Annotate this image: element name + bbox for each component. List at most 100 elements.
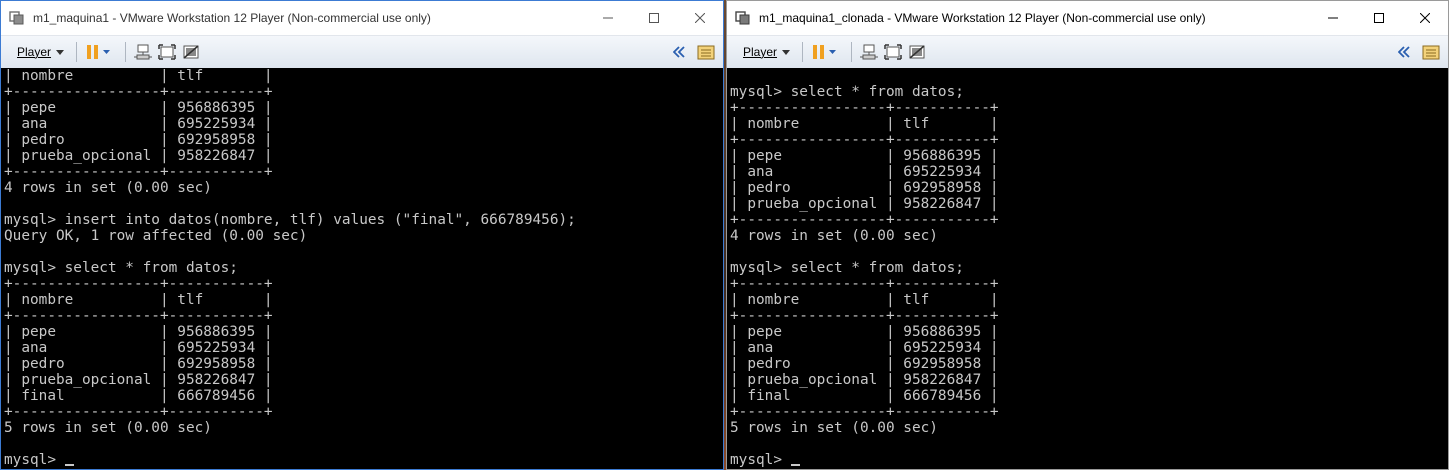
pause-button[interactable]: [85, 41, 111, 63]
maximize-button[interactable]: [631, 1, 677, 35]
console-line: | pedro | 692958958 |: [4, 356, 273, 372]
console-line: | pepe | 956886395 |: [4, 100, 273, 116]
titlebar[interactable]: m1_maquina1_clonada - VMware Workstation…: [727, 1, 1448, 35]
send-ctrl-alt-del-button[interactable]: [134, 41, 153, 63]
collapse-toolbar-button[interactable]: [1398, 41, 1410, 63]
console-line: +-----------------+-----------+: [4, 276, 273, 292]
toolbar-right: [673, 36, 723, 68]
console-line: 5 rows in set (0.00 sec): [730, 420, 938, 436]
console-line: | pepe | 956886395 |: [4, 324, 273, 340]
unity-button[interactable]: [908, 41, 926, 63]
toolbar-separator: [851, 42, 853, 62]
console-line: mysql> select * from datos;: [730, 84, 964, 100]
console-line: | prueba_opcional | 958226847 |: [730, 372, 999, 388]
console-line: 5 rows in set (0.00 sec): [4, 420, 212, 436]
console-line: +-----------------+-----------+: [730, 132, 999, 148]
vm-window-m1-maquina1-clonada[interactable]: m1_maquina1_clonada - VMware Workstation…: [726, 0, 1449, 470]
console-line: +-----------------+-----------+: [730, 212, 999, 228]
caption-buttons: [585, 1, 723, 35]
console-line: | nombre | tlf |: [730, 292, 999, 308]
toolbar-separator: [125, 42, 127, 62]
player-menu-button[interactable]: Player: [739, 41, 794, 63]
window-title: m1_maquina1_clonada - VMware Workstation…: [759, 11, 1206, 25]
library-folder-icon: [697, 45, 715, 60]
console-line: +-----------------+-----------+: [4, 404, 273, 420]
console-line: +-----------------+-----------+: [4, 84, 273, 100]
console-prompt-line: mysql>: [4, 452, 576, 468]
text-cursor: [790, 464, 800, 466]
collapse-toolbar-button[interactable]: [673, 41, 685, 63]
desktop: m1_maquina1 - VMware Workstation 12 Play…: [0, 0, 1449, 470]
minimize-button[interactable]: [585, 1, 631, 35]
library-folder-icon: [1422, 45, 1440, 60]
console-line: | nombre | tlf |: [4, 68, 273, 84]
chevron-down-icon: [56, 49, 65, 55]
vm-console[interactable]: | nombre | tlf | +-----------------+-----…: [1, 68, 723, 469]
send-ctrl-alt-del-icon: [134, 44, 153, 60]
console-line: +-----------------+-----------+: [730, 276, 999, 292]
console-line: +-----------------+-----------+: [730, 308, 999, 324]
console-line: +-----------------+-----------+: [4, 164, 273, 180]
window-title: m1_maquina1 - VMware Workstation 12 Play…: [33, 11, 431, 25]
maximize-icon: [1374, 13, 1384, 23]
console-output: mysql> select * from datos; +------------…: [730, 84, 999, 468]
close-button[interactable]: [677, 1, 723, 35]
close-icon: [695, 13, 705, 23]
console-output: | nombre | tlf | +-----------------+-----…: [4, 68, 576, 468]
player-menu-label: Player: [743, 45, 778, 59]
maximize-icon: [649, 13, 659, 23]
player-menu-button[interactable]: Player: [13, 41, 68, 63]
console-line: | ana | 695225934 |: [730, 164, 999, 180]
minimize-button[interactable]: [1310, 1, 1356, 35]
console-line: 4 rows in set (0.00 sec): [4, 180, 212, 196]
send-ctrl-alt-del-button[interactable]: [860, 41, 879, 63]
pause-button[interactable]: [811, 41, 837, 63]
close-button[interactable]: [1402, 1, 1448, 35]
mysql-prompt: mysql>: [4, 452, 65, 468]
console-line: +-----------------+-----------+: [730, 404, 999, 420]
console-line: | ana | 695225934 |: [730, 340, 999, 356]
caption-buttons: [1310, 1, 1448, 35]
console-line: mysql> select * from datos;: [4, 260, 238, 276]
console-line: | prueba_opcional | 958226847 |: [4, 148, 273, 164]
unity-icon: [183, 45, 199, 59]
console-line: | prueba_opcional | 958226847 |: [4, 372, 273, 388]
console-line: +-----------------+-----------+: [730, 100, 999, 116]
toolbar-separator: [802, 42, 804, 62]
vmware-app-icon: [735, 11, 750, 25]
pause-icon: [813, 45, 837, 59]
minimize-icon: [603, 17, 613, 19]
fit-guest-icon: [884, 44, 902, 60]
console-line: | nombre | tlf |: [4, 292, 273, 308]
maximize-button[interactable]: [1356, 1, 1402, 35]
console-line: | final | 666789456 |: [730, 388, 999, 404]
unity-button[interactable]: [182, 41, 200, 63]
console-line: mysql> insert into datos(nombre, tlf) va…: [4, 212, 576, 228]
titlebar[interactable]: m1_maquina1 - VMware Workstation 12 Play…: [1, 1, 723, 35]
fit-guest-icon: [158, 44, 176, 60]
player-toolbar: Player: [727, 35, 1448, 69]
library-button[interactable]: [1422, 41, 1440, 63]
console-line: 4 rows in set (0.00 sec): [730, 228, 938, 244]
console-line: | pedro | 692958958 |: [4, 132, 273, 148]
library-button[interactable]: [697, 41, 715, 63]
console-line: mysql> select * from datos;: [730, 260, 964, 276]
console-line: | final | 666789456 |: [4, 388, 273, 404]
vm-console[interactable]: mysql> select * from datos; +------------…: [727, 68, 1448, 469]
fit-guest-button[interactable]: [158, 41, 176, 63]
close-icon: [1420, 13, 1430, 23]
console-line: Query OK, 1 row affected (0.00 sec): [4, 228, 308, 244]
console-line: +-----------------+-----------+: [4, 308, 273, 324]
player-toolbar: Player: [1, 35, 723, 69]
text-cursor: [64, 464, 74, 466]
double-chevron-left-icon: [673, 46, 685, 58]
vm-window-m1-maquina1[interactable]: m1_maquina1 - VMware Workstation 12 Play…: [0, 0, 724, 470]
send-ctrl-alt-del-icon: [860, 44, 879, 60]
fit-guest-button[interactable]: [884, 41, 902, 63]
pause-icon: [87, 45, 111, 59]
